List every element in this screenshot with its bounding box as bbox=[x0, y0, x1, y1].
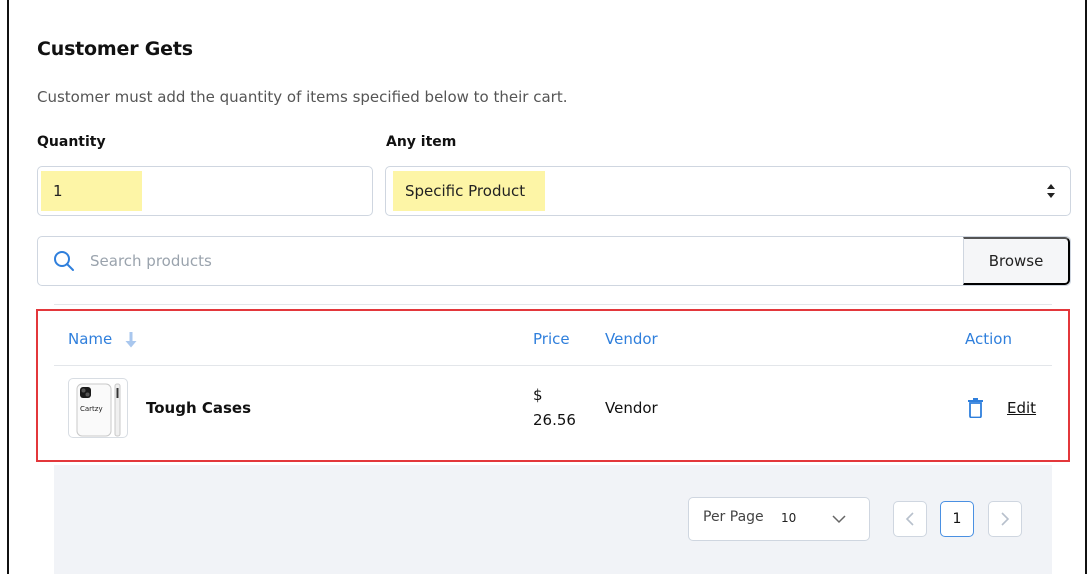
quantity-field[interactable]: 1 bbox=[37, 166, 373, 216]
product-search-bar: Browse bbox=[37, 236, 1071, 286]
item-type-label: Any item bbox=[386, 134, 457, 150]
frame-border-right bbox=[1085, 0, 1087, 574]
divider bbox=[54, 304, 1052, 305]
column-header-price: Price bbox=[533, 330, 570, 348]
edit-link[interactable]: Edit bbox=[1007, 399, 1036, 417]
column-header-action: Action bbox=[965, 330, 1012, 348]
browse-button[interactable]: Browse bbox=[963, 237, 1070, 285]
vendor-value: Vendor bbox=[605, 399, 658, 417]
quantity-value: 1 bbox=[41, 171, 142, 211]
phone-case-image: Cartzy bbox=[76, 383, 121, 437]
trash-icon[interactable] bbox=[968, 398, 983, 418]
search-icon bbox=[54, 251, 74, 271]
item-type-selected: Specific Product bbox=[393, 171, 545, 211]
current-page-button[interactable]: 1 bbox=[940, 501, 974, 537]
column-header-name[interactable]: Name bbox=[68, 330, 112, 348]
next-page-button[interactable] bbox=[988, 501, 1022, 537]
per-page-select[interactable]: Per Page 10 bbox=[688, 497, 870, 541]
thumbnail-brand-text: Cartzy bbox=[80, 405, 103, 413]
per-page-label: Per Page bbox=[703, 509, 764, 525]
product-thumbnail: Cartzy bbox=[68, 378, 128, 438]
frame-border-left bbox=[7, 0, 9, 574]
header-divider bbox=[54, 365, 1052, 366]
column-header-vendor: Vendor bbox=[605, 330, 658, 348]
item-type-select[interactable]: Specific Product bbox=[385, 166, 1071, 216]
quantity-label: Quantity bbox=[37, 134, 106, 150]
chevron-down-icon bbox=[832, 515, 846, 524]
search-input[interactable] bbox=[90, 245, 940, 277]
product-name: Tough Cases bbox=[146, 399, 252, 417]
arrow-down-icon[interactable] bbox=[125, 332, 137, 348]
previous-page-button[interactable] bbox=[893, 501, 927, 537]
sort-caret-icon bbox=[1047, 184, 1055, 198]
price-currency: $ bbox=[533, 386, 543, 404]
section-title: Customer Gets bbox=[37, 38, 193, 60]
chevron-left-icon bbox=[905, 512, 914, 526]
section-description: Customer must add the quantity of items … bbox=[37, 88, 568, 106]
per-page-value: 10 bbox=[781, 511, 797, 525]
chevron-right-icon bbox=[1001, 512, 1010, 526]
price-value: 26.56 bbox=[533, 411, 576, 429]
